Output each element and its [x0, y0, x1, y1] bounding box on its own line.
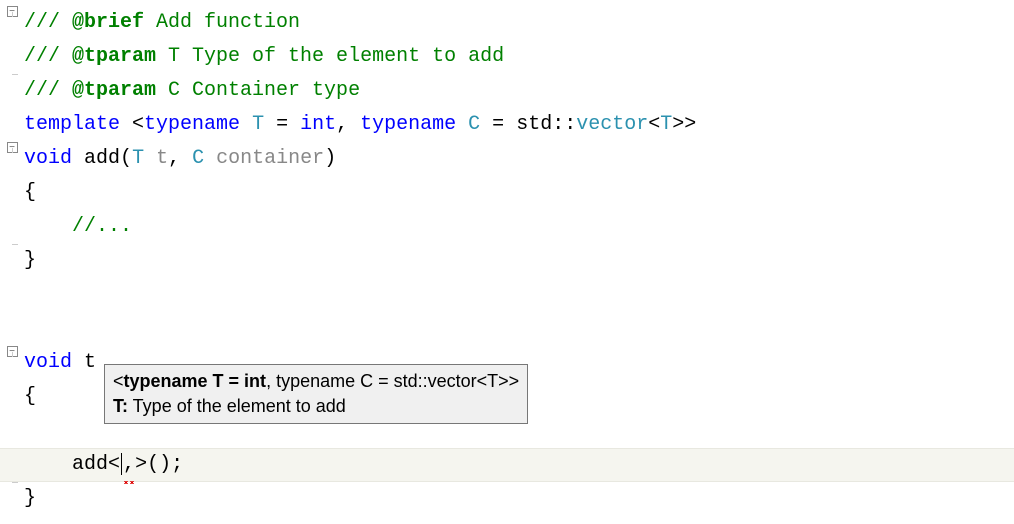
type: C [468, 113, 480, 136]
punct: = [264, 113, 300, 136]
keyword: typename [360, 113, 456, 136]
doc-comment: /// [24, 79, 72, 102]
parameter-info-tooltip: <typename T = int, typename C = std::vec… [104, 364, 528, 424]
call-name: add [72, 453, 108, 476]
type: T [660, 113, 672, 136]
tooltip-param-desc: Type of the element to add [128, 396, 346, 416]
punct: (); [147, 453, 183, 476]
brace: { [24, 385, 36, 408]
space [144, 147, 156, 170]
comment: //... [72, 215, 132, 238]
space [72, 351, 84, 374]
brace: } [24, 487, 36, 510]
code-line[interactable] [0, 312, 1014, 346]
code-line[interactable]: /// @tparam T Type of the element to add [0, 40, 1014, 74]
code-line[interactable] [0, 278, 1014, 312]
namespace: std [516, 113, 552, 136]
space [72, 147, 84, 170]
code-line[interactable]: /// @tparam C Container type [0, 74, 1014, 108]
keyword: void [24, 351, 72, 374]
param: container [216, 147, 324, 170]
code-editor[interactable]: − /// @brief Add function /// @tparam T … [0, 0, 1014, 516]
param: t [156, 147, 168, 170]
punct: , [168, 147, 192, 170]
code-line[interactable]: add<,>(); [0, 448, 1014, 482]
tooltip-param-label: T: [113, 396, 128, 416]
space [204, 147, 216, 170]
punct: < [108, 453, 120, 476]
keyword: template [24, 113, 120, 136]
punct: >> [672, 113, 696, 136]
gutter[interactable]: − [0, 142, 24, 153]
code-line[interactable]: //... [0, 210, 1014, 244]
gutter[interactable]: − [0, 6, 24, 17]
code-line[interactable]: − /// @brief Add function [0, 6, 1014, 40]
brace: } [24, 249, 36, 272]
tooltip-text: < [113, 371, 124, 391]
punct: ( [120, 147, 132, 170]
code-line[interactable]: } [0, 482, 1014, 516]
punct: , [336, 113, 360, 136]
type: T [132, 147, 144, 170]
punct: < [120, 113, 144, 136]
code-line[interactable]: template <typename T = int, typename C =… [0, 108, 1014, 142]
indent-guide [24, 453, 72, 476]
doc-text: C Container type [156, 79, 360, 102]
error-squiggle: , [123, 448, 135, 482]
punct: :: [552, 113, 576, 136]
code-line[interactable]: { [0, 176, 1014, 210]
tooltip-signature: <typename T = int, typename C = std::vec… [113, 369, 519, 394]
function-name: add [84, 147, 120, 170]
keyword-type: int [300, 113, 336, 136]
punct: > [135, 453, 147, 476]
code-line[interactable]: − void add(T t, C container) [0, 142, 1014, 176]
doc-text: Add function [144, 11, 300, 34]
brace: { [24, 181, 36, 204]
punct: ) [324, 147, 336, 170]
function-name: t [84, 351, 96, 374]
type: C [192, 147, 204, 170]
punct: , [123, 453, 135, 476]
type: T [252, 113, 264, 136]
punct: < [648, 113, 660, 136]
keyword: typename [144, 113, 240, 136]
doc-comment: /// [24, 11, 72, 34]
type: vector [576, 113, 648, 136]
keyword: void [24, 147, 72, 170]
punct: = [480, 113, 516, 136]
doc-tag: @tparam [72, 79, 156, 102]
space [240, 113, 252, 136]
space [456, 113, 468, 136]
tooltip-active-param: typename T = int [124, 371, 267, 391]
doc-text: T Type of the element to add [156, 45, 504, 68]
text-caret [121, 453, 122, 475]
doc-tag: @tparam [72, 45, 156, 68]
tooltip-description: T: Type of the element to add [113, 394, 519, 419]
doc-comment: /// [24, 45, 72, 68]
indent-guide [24, 215, 72, 238]
code-line[interactable]: } [0, 244, 1014, 278]
gutter[interactable]: − [0, 346, 24, 357]
tooltip-text: , typename C = std::vector<T>> [266, 371, 519, 391]
doc-tag: @brief [72, 11, 144, 34]
